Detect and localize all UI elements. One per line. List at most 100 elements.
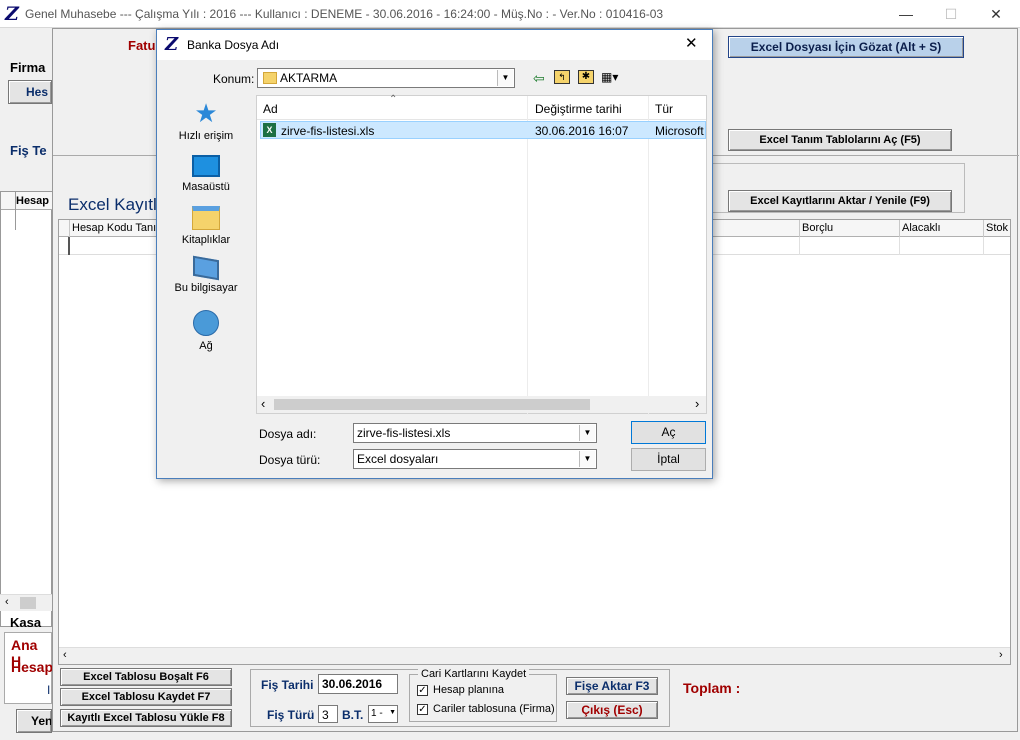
hesap-label: Hesap [11,659,54,675]
file-list-header: ⌃ Ad Değiştirme tarihi Tür [257,94,706,415]
bt-select-value: 1 - [371,708,383,719]
bt-select[interactable]: 1 - ▼ [368,705,398,723]
hesap-column-header: Hesap [16,195,50,207]
dialog-title-bar: Z Banka Dosya Adı ✕ [157,30,712,60]
konum-value: AKTARMA [280,71,338,85]
file-row[interactable]: X zirve-fis-listesi.xls 30.06.2016 16:07… [260,121,706,139]
fis-tarihi-input[interactable]: 30.06.2016 [318,674,398,694]
cariler-label: Cariler tablosuna (Firma) [433,703,555,715]
file-name: zirve-fis-listesi.xls [281,124,375,138]
folder-up-icon[interactable]: ↰ [554,70,570,84]
hesap-plani-label: Hesap planına [433,684,504,696]
i-label: I [47,683,51,697]
konum-label: Konum: [213,72,255,86]
col-modified[interactable]: Değiştirme tarihi [535,102,622,116]
window-title: Genel Muhasebe --- Çalışma Yılı : 2016 -… [25,7,664,21]
view-menu-icon[interactable]: ▦▾ [601,70,621,84]
excel-definition-tables-button[interactable]: Excel Tanım Tablolarını Aç (F5) [728,129,952,151]
grid-scroll-left-icon[interactable]: ‹ [63,649,67,661]
new-folder-icon[interactable]: ✱ [578,70,594,84]
grid-horizontal-scrollbar[interactable]: ‹ › [59,647,1010,664]
nav-libraries[interactable]: Kitaplıklar [171,206,241,246]
close-button[interactable]: ✕ [973,0,1019,28]
back-arrow-icon[interactable]: ⇦ [533,70,545,87]
dialog-close-button[interactable]: ✕ [685,34,698,52]
bt-label: B.T. [342,708,364,722]
excel-browse-button[interactable]: Excel Dosyası İçin Gözat (Alt + S) [728,36,964,58]
left-horizontal-scrollbar[interactable]: ‹ [0,594,52,611]
excel-table-save-button[interactable]: Excel Tablosu Kaydet F7 [60,688,232,706]
cari-group-label: Cari Kartlarını Kaydet [418,668,530,680]
open-button[interactable]: Aç [631,421,706,444]
file-scroll-left-icon[interactable]: ‹ [261,396,265,411]
nav-this-pc-label: Bu bilgisayar [174,282,238,294]
excel-table-empty-button[interactable]: Excel Tablosu Boşalt F6 [60,668,232,686]
filename-chevron-down-icon[interactable]: ▼ [579,425,595,441]
nav-network[interactable]: Ağ [171,310,241,352]
fis-label: Fiş Te [10,143,47,158]
left-panel: Firma Hes Fiş Te Hesap ‹ Kasa Ana H Hesa… [0,28,54,740]
app-logo-icon: Z [5,3,19,25]
file-list-horizontal-scrollbar[interactable]: ‹ › [257,396,706,413]
nav-quick-access[interactable]: ★ Hızlı erişim [171,100,241,142]
nav-libraries-label: Kitaplıklar [181,234,231,246]
excel-records-label: Excel Kayıtl [68,195,157,214]
grid-col-stok: Stok [986,222,1009,234]
grid-scroll-right-icon[interactable]: › [999,649,1003,661]
col-type[interactable]: Tür [655,102,673,116]
col-name[interactable]: Ad [263,102,278,116]
filetype-chevron-down-icon[interactable]: ▼ [579,451,595,467]
filename-input[interactable]: zirve-fis-listesi.xls ▼ [353,423,597,443]
excel-file-icon: X [263,123,276,137]
title-bar: Z Genel Muhasebe --- Çalışma Yılı : 2016… [0,0,1020,28]
libraries-icon [192,206,220,230]
cancel-button[interactable]: İptal [631,448,706,471]
grid-col-alacakli: Alacaklı [902,222,941,234]
file-scroll-right-icon[interactable]: › [695,396,699,411]
file-scroll-thumb[interactable] [274,399,590,410]
folder-icon [263,72,277,84]
hes-button[interactable]: Hes [8,80,52,104]
konum-chevron-down-icon[interactable]: ▼ [497,70,513,86]
star-icon: ★ [194,98,218,128]
fis-tarihi-label: Fiş Tarihi [261,678,314,692]
desktop-icon [192,155,220,177]
excel-import-refresh-button[interactable]: Excel Kayıtlarını Aktar / Yenile (F9) [728,190,952,212]
cikis-button[interactable]: Çıkış (Esc) [566,701,658,719]
left-grid: Hesap [0,191,53,627]
filetype-select[interactable]: Excel dosyaları ▼ [353,449,597,469]
file-open-dialog: Z Banka Dosya Adı ✕ Konum: AKTARMA ▼ ⇦ ↰… [156,29,713,479]
filename-label: Dosya adı: [259,427,317,441]
fis-turu-input[interactable]: 3 [318,705,338,723]
load-saved-excel-table-button[interactable]: Kayıtlı Excel Tablosu Yükle F8 [60,709,232,727]
dialog-title: Banka Dosya Adı [187,38,280,52]
cariler-checkbox[interactable]: ✓ [417,704,428,715]
maximize-button[interactable]: ☐ [928,0,974,28]
network-icon [193,310,219,336]
hesap-plani-checkbox[interactable]: ✓ [417,685,428,696]
minimize-button[interactable]: — [883,0,929,28]
nav-quick-access-label: Hızlı erişim [178,130,234,142]
computer-icon [193,255,219,281]
scroll-left-icon[interactable]: ‹ [5,596,9,608]
filetype-label: Dosya türü: [259,453,321,467]
konum-select[interactable]: AKTARMA ▼ [257,68,515,88]
fis-turu-label: Fiş Türü [267,708,315,722]
yeni-button[interactable]: Yen [16,709,52,733]
nav-this-pc[interactable]: Bu bilgisayar [171,255,241,294]
kasa-label: Kasa [10,615,42,630]
firma-label: Firma [10,60,46,75]
nav-network-label: Ağ [199,340,213,352]
scroll-thumb[interactable] [20,597,36,609]
file-type: Microsoft [655,124,704,138]
file-modified: 30.06.2016 16:07 [535,124,629,138]
sort-up-icon: ⌃ [389,94,398,105]
dialog-logo-icon: Z [165,34,179,55]
nav-desktop[interactable]: Masaüstü [171,155,241,193]
file-list[interactable]: ⌃ Ad Değiştirme tarihi Tür X zirve-fis-l… [256,94,707,415]
fise-aktar-button[interactable]: Fişe Aktar F3 [566,677,658,695]
grid-col-borclu: Borçlu [802,222,834,234]
bt-chevron-down-icon[interactable]: ▼ [389,709,396,716]
grid-col-hesap-kodu: Hesap Kodu Tanımı [72,222,169,234]
nav-desktop-label: Masaüstü [182,181,230,193]
